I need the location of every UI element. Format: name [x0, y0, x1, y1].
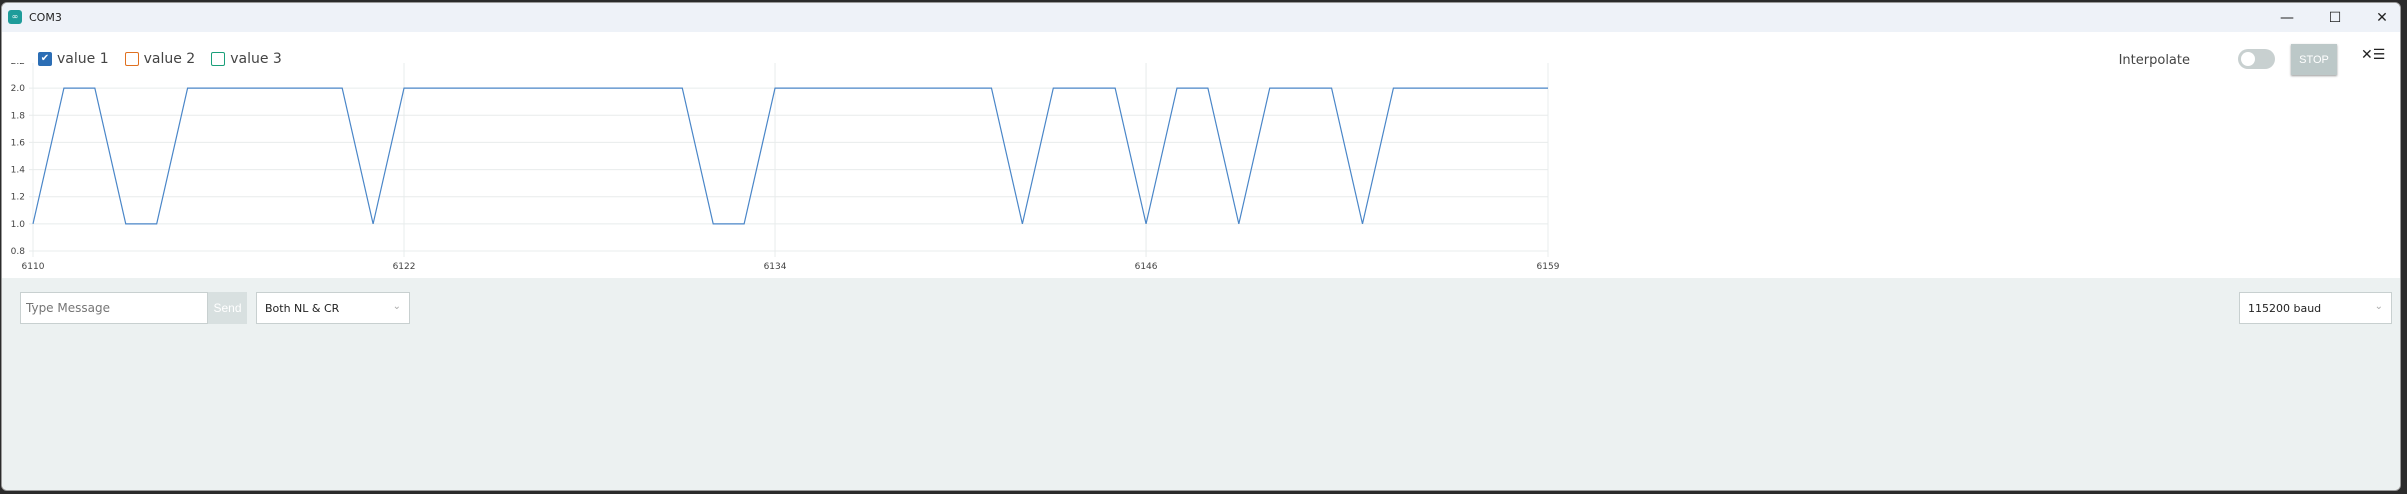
x-tick-label: 6122 [393, 262, 416, 272]
serial-plotter-window: ∞ COM3 — ☐ ✕ ✔ value 1 value 2 value 3 In… [1, 2, 2401, 491]
line-chart: 0.8 1.0 1.2 1.4 1.6 1.8 2.0 2.2 6110 6122 6134 6146… [11, 63, 1560, 272]
minimize-button[interactable]: — [2272, 7, 2302, 29]
y-tick-label: 2.0 [11, 84, 26, 94]
chevron-down-icon: ⌄ [2374, 301, 2383, 312]
x-tick-label: 6110 [22, 262, 45, 272]
x-tick-label: 6134 [764, 262, 787, 272]
send-button[interactable]: Send [208, 292, 247, 324]
x-tick-label: 6159 [1537, 262, 1560, 272]
y-tick-label: 1.6 [11, 138, 26, 148]
series-line-value-1 [32, 87, 1548, 225]
footer-panel: Send Both NL & CR ⌄ 115200 baud ⌄ [2, 278, 2400, 490]
y-tick-label: 1.0 [11, 220, 26, 230]
arduino-app-icon: ∞ [8, 10, 22, 24]
title-bar: ∞ COM3 — ☐ ✕ [2, 3, 2400, 32]
y-tick-label: 1.4 [11, 166, 26, 176]
line-ending-select[interactable]: Both NL & CR ⌄ [256, 292, 410, 324]
close-button[interactable]: ✕ [2367, 7, 2397, 29]
chevron-down-icon: ⌄ [392, 301, 401, 312]
window-title: COM3 [29, 11, 62, 24]
y-tick-label: 0.8 [11, 247, 26, 257]
maximize-button[interactable]: ☐ [2320, 7, 2350, 29]
line-ending-value: Both NL & CR [265, 302, 340, 315]
y-tick-label: 2.2 [11, 63, 25, 67]
plot-frame [32, 63, 1549, 252]
message-input[interactable] [20, 292, 208, 324]
baud-value: 115200 baud [2248, 302, 2322, 315]
y-tick-label: 1.8 [11, 111, 26, 121]
x-tick-label: 6146 [1135, 262, 1158, 272]
clear-list-icon[interactable]: ✕☰ [2361, 47, 2385, 63]
baud-select[interactable]: 115200 baud ⌄ [2239, 292, 2392, 324]
y-tick-label: 1.2 [11, 193, 25, 203]
